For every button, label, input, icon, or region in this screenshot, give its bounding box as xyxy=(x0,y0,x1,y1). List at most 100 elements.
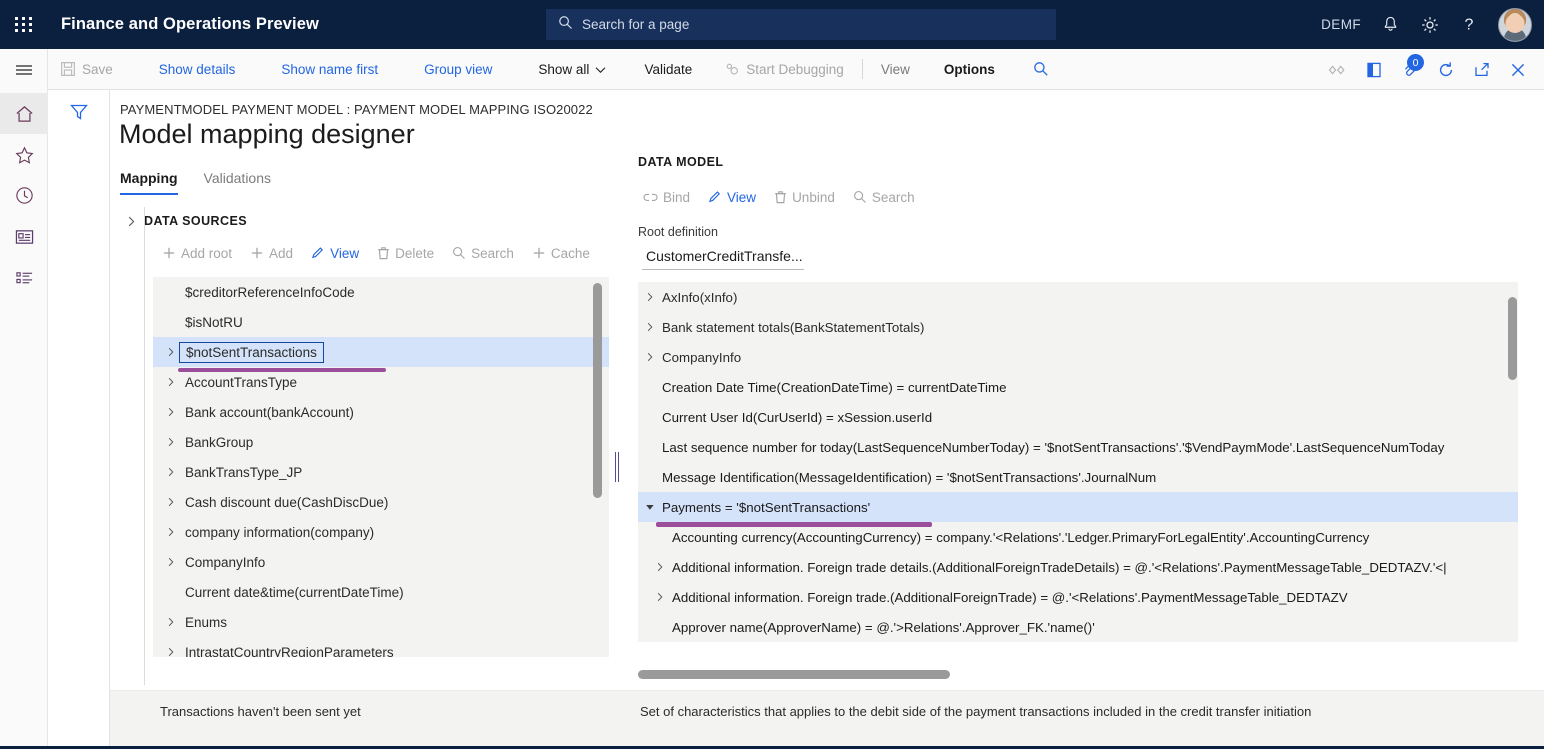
data-sources-header: DATA SOURCES xyxy=(118,207,620,235)
data-model-vertical-scrollbar[interactable] xyxy=(1508,297,1517,380)
tab-mapping[interactable]: Mapping xyxy=(120,170,178,195)
data-model-row[interactable]: Additional information. Foreign trade.(A… xyxy=(638,582,1518,612)
show-all-dropdown[interactable]: Show all xyxy=(526,49,618,90)
cache-button[interactable]: Cache xyxy=(523,238,599,268)
breadcrumb: PAYMENTMODEL PAYMENT MODEL : PAYMENT MOD… xyxy=(120,102,593,117)
star-icon[interactable] xyxy=(0,134,48,175)
search-label: Search xyxy=(471,246,514,261)
data-model-row[interactable]: AxInfo(xInfo) xyxy=(638,282,1518,312)
clock-icon[interactable] xyxy=(0,175,48,216)
command-search-icon[interactable] xyxy=(1021,49,1061,90)
data-source-row[interactable]: $creditorReferenceInfoCode xyxy=(153,277,609,307)
data-model-label: Bank statement totals(BankStatementTotal… xyxy=(662,320,924,335)
data-source-row[interactable]: company information(company) xyxy=(153,517,609,547)
data-model-search-button[interactable]: Search xyxy=(844,182,924,212)
data-model-view-label: View xyxy=(727,190,756,205)
chevron-right-icon[interactable] xyxy=(157,407,185,417)
gear-icon[interactable] xyxy=(1420,15,1440,35)
sidebar-item-home[interactable] xyxy=(0,93,48,134)
close-icon[interactable] xyxy=(1500,49,1536,90)
chevron-right-icon[interactable] xyxy=(157,527,185,537)
tab-validations[interactable]: Validations xyxy=(204,170,271,195)
view-button[interactable]: View xyxy=(302,238,368,268)
data-model-row[interactable]: Additional information. Foreign trade de… xyxy=(638,552,1518,582)
pop-out-icon[interactable] xyxy=(1464,49,1500,90)
data-source-row[interactable]: $isNotRU xyxy=(153,307,609,337)
data-source-row[interactable]: Cash discount due(CashDiscDue) xyxy=(153,487,609,517)
chevron-right-icon[interactable] xyxy=(157,557,185,567)
data-model-row[interactable]: Current User Id(CurUserId) = xSession.us… xyxy=(638,402,1518,432)
data-model-tree[interactable]: AxInfo(xInfo) Bank statement totals(BankS… xyxy=(638,282,1518,642)
attachment-icon[interactable]: 0 xyxy=(1392,49,1428,90)
data-model-row[interactable]: Message Identification(MessageIdentifica… xyxy=(638,462,1518,492)
data-model-row[interactable]: Last sequence number for today(LastSeque… xyxy=(638,432,1518,462)
data-source-row[interactable]: Bank account(bankAccount) xyxy=(153,397,609,427)
workspace-icon[interactable] xyxy=(0,216,48,257)
data-source-row[interactable]: BankTransType_JP xyxy=(153,457,609,487)
group-view-button[interactable]: Group view xyxy=(412,49,504,90)
unbind-button[interactable]: Unbind xyxy=(765,182,844,212)
delete-button[interactable]: Delete xyxy=(368,238,443,268)
chevron-right-icon[interactable] xyxy=(157,437,185,447)
start-debugging-label: Start Debugging xyxy=(746,62,844,77)
chevron-right-icon[interactable] xyxy=(157,467,185,477)
root-definition-field[interactable]: CustomerCreditTransfe... xyxy=(642,243,804,270)
options-menu-button[interactable]: Options xyxy=(932,49,1007,90)
chevron-right-icon[interactable] xyxy=(648,592,672,602)
bell-icon[interactable] xyxy=(1381,15,1400,34)
chevron-right-icon[interactable] xyxy=(648,562,672,572)
search-input[interactable]: Search for a page xyxy=(546,9,1056,40)
save-button[interactable]: Save xyxy=(48,49,125,90)
cache-label: Cache xyxy=(551,246,590,261)
avatar[interactable] xyxy=(1498,8,1532,42)
data-source-row[interactable]: BankGroup xyxy=(153,427,609,457)
chevron-right-icon[interactable] xyxy=(638,292,662,302)
data-model-row[interactable]: Approver name(ApproverName) = @.'>Relati… xyxy=(638,612,1518,642)
chevron-down-icon[interactable] xyxy=(638,503,662,511)
data-model-label: Accounting currency(AccountingCurrency) … xyxy=(672,530,1369,545)
show-details-button[interactable]: Show details xyxy=(147,49,248,90)
chevron-right-icon[interactable] xyxy=(638,322,662,332)
bind-button[interactable]: Bind xyxy=(634,182,699,212)
data-model-row[interactable]: Bank statement totals(BankStatementTotal… xyxy=(638,312,1518,342)
app-launcher-icon[interactable] xyxy=(0,0,48,49)
question-mark-icon[interactable]: ? xyxy=(1460,15,1478,34)
data-model-view-button[interactable]: View xyxy=(699,182,765,212)
data-sources-tree[interactable]: $creditorReferenceInfoCode$isNotRU$notSe… xyxy=(153,277,609,657)
hamburger-icon[interactable] xyxy=(0,49,48,90)
refresh-icon[interactable] xyxy=(1428,49,1464,90)
data-model-title: DATA MODEL xyxy=(638,155,724,169)
data-source-row[interactable]: IntrastatCountryRegionParameters xyxy=(153,637,609,657)
data-source-row[interactable]: CompanyInfo xyxy=(153,547,609,577)
data-source-row[interactable]: AccountTransType xyxy=(153,367,609,397)
chevron-right-icon[interactable] xyxy=(638,352,662,362)
company-selector[interactable]: DEMF xyxy=(1321,17,1361,32)
data-source-row[interactable]: $notSentTransactions xyxy=(153,337,609,367)
data-sources-vertical-scrollbar[interactable] xyxy=(593,283,602,498)
chevron-right-icon[interactable] xyxy=(118,216,144,227)
data-model-row[interactable]: CompanyInfo xyxy=(638,342,1518,372)
show-name-first-button[interactable]: Show name first xyxy=(269,49,390,90)
data-source-row[interactable]: Enums xyxy=(153,607,609,637)
view-menu-button[interactable]: View xyxy=(869,49,922,90)
chevron-right-icon[interactable] xyxy=(157,617,185,627)
chevron-right-icon[interactable] xyxy=(157,647,185,657)
panel-splitter-handle[interactable] xyxy=(615,452,621,482)
chevron-right-icon[interactable] xyxy=(157,497,185,507)
add-root-button[interactable]: Add root xyxy=(153,238,241,268)
list-icon[interactable] xyxy=(0,257,48,298)
start-debugging-button[interactable]: Start Debugging xyxy=(712,49,856,90)
data-model-row[interactable]: Payments = '$notSentTransactions' xyxy=(638,492,1518,522)
double-diamond-icon[interactable] xyxy=(1320,49,1356,90)
data-model-row[interactable]: Accounting currency(AccountingCurrency) … xyxy=(638,522,1518,552)
search-button[interactable]: Search xyxy=(443,238,523,268)
data-model-row[interactable]: Creation Date Time(CreationDateTime) = c… xyxy=(638,372,1518,402)
validate-button[interactable]: Validate xyxy=(632,49,704,90)
open-in-panel-icon[interactable] xyxy=(1356,49,1392,90)
chevron-right-icon[interactable] xyxy=(157,377,185,387)
data-model-horizontal-scrollbar[interactable] xyxy=(638,670,950,679)
data-source-label: Cash discount due(CashDiscDue) xyxy=(185,495,388,510)
add-button[interactable]: Add xyxy=(241,238,302,268)
filter-icon[interactable] xyxy=(48,102,110,122)
data-source-row[interactable]: Current date&time(currentDateTime) xyxy=(153,577,609,607)
